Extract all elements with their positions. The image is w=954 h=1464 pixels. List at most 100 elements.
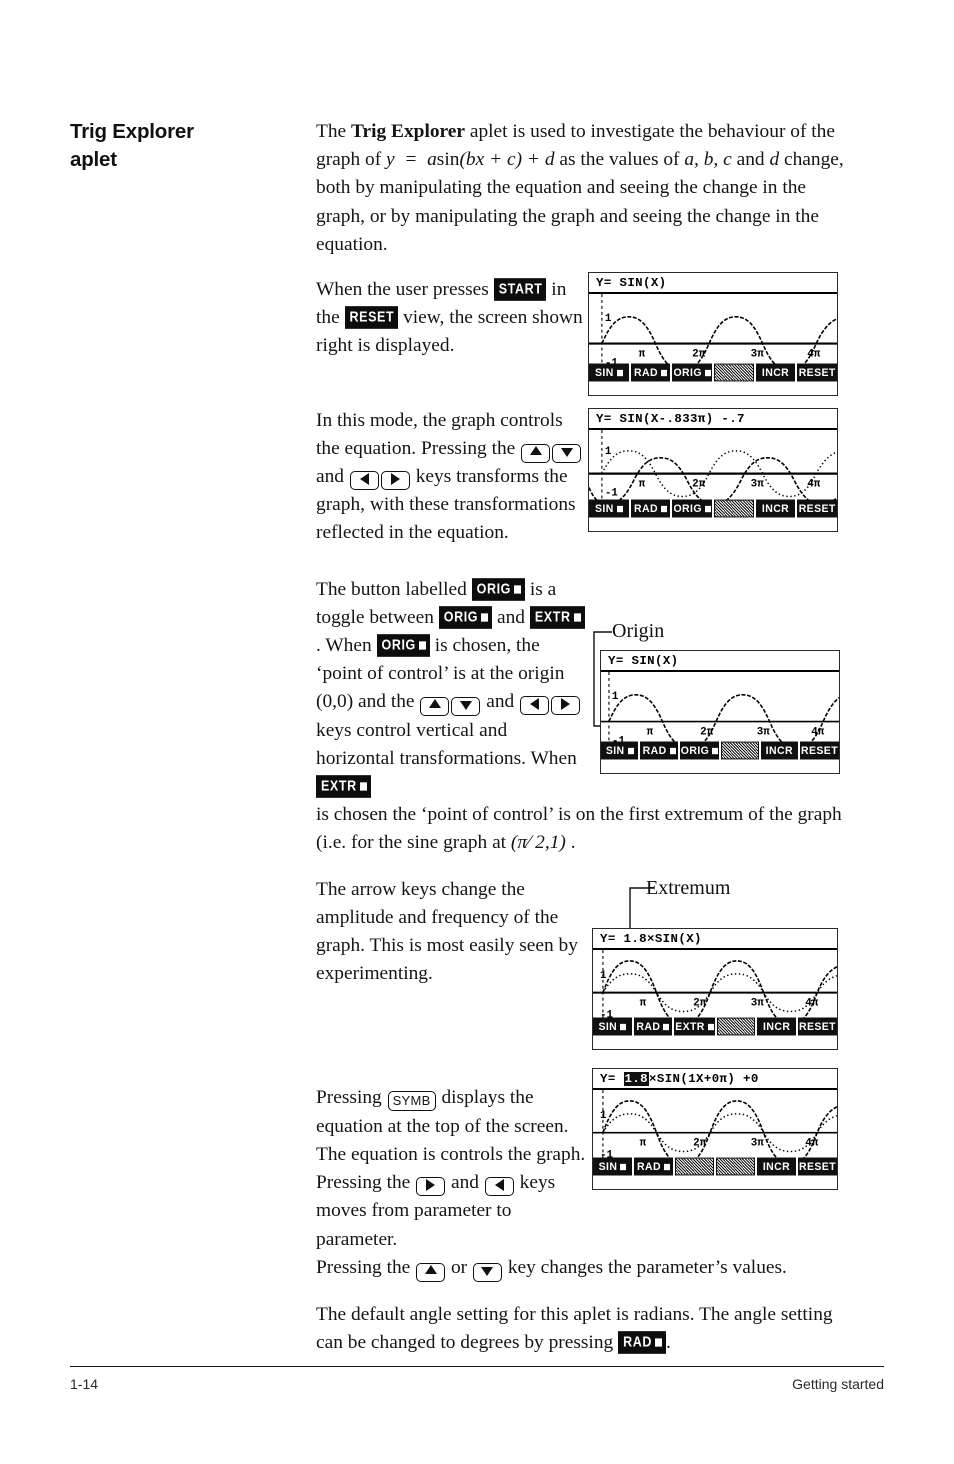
softkey-rad[interactable]: RAD <box>630 499 671 518</box>
key-down-arrow[interactable] <box>451 697 481 717</box>
key-left-arrow[interactable] <box>484 1177 514 1197</box>
softkey-label-orig-text: ORIG <box>381 636 416 654</box>
softkey-reset[interactable]: RESET <box>800 741 839 760</box>
screen-title-highlighted-parameter[interactable]: 1.8 <box>623 1072 650 1086</box>
softkey-extr[interactable]: EXTR <box>674 1017 715 1036</box>
paragraph-arrow-keys: The arrow keys change the amplitude and … <box>316 876 588 989</box>
section-heading: Trig Explorer aplet <box>70 118 290 173</box>
softkey-label: RESET <box>798 366 836 380</box>
softkey-blank[interactable] <box>721 741 759 760</box>
page: Trig Explorer aplet The Trig Explorer ap… <box>0 0 954 1464</box>
softkey-blank[interactable] <box>714 499 754 518</box>
y-tick-labels: 1 -1 <box>605 313 619 370</box>
key-right-arrow[interactable] <box>551 696 581 716</box>
arrow-down-icon <box>481 1266 494 1276</box>
softkey-label-extr: EXTR <box>529 606 585 629</box>
key-left-arrow[interactable] <box>349 471 379 491</box>
screen-title: Y= SIN(X) <box>596 276 667 290</box>
softkey-reset[interactable]: RESET <box>797 499 837 518</box>
softkey-incr[interactable]: INCR <box>755 499 796 518</box>
softkey-orig[interactable]: ORIG <box>679 741 720 760</box>
softkey-sin[interactable]: SIN <box>589 499 629 518</box>
checkbox-square-icon <box>704 369 711 376</box>
softkey-orig[interactable]: ORIG <box>672 499 713 518</box>
paragraph-orig-extr-a: The button labelled ORIG is a toggle bet… <box>316 576 588 802</box>
softkey-label-extr-text: EXTR <box>321 777 357 795</box>
x-tick-labels: π 2π 3π 4π <box>639 479 821 491</box>
xtick-4pi: 4π <box>811 726 825 738</box>
softkey-label: ORIG <box>673 366 702 380</box>
softkey-label: RAD <box>642 744 667 758</box>
softkey-blank[interactable] <box>716 1017 756 1036</box>
screen-plot-area: 1 -1 π 2π 3π 4π SIN RAD EXTR INCR RESET <box>593 948 837 1036</box>
checkbox-square-icon <box>654 1338 662 1347</box>
footer-divider <box>70 1366 884 1367</box>
checkbox-square-icon <box>418 641 426 650</box>
text-run: or <box>446 1256 472 1278</box>
softkey-rad[interactable]: RAD <box>630 363 671 382</box>
softkey-sin[interactable]: SIN <box>589 363 629 382</box>
softkey-incr[interactable]: INCR <box>757 1017 796 1036</box>
softkey-reset[interactable]: RESET <box>797 363 837 382</box>
xtick-pi: π <box>639 479 646 491</box>
ytick-neg1: -1 <box>605 487 619 499</box>
softkey-sin[interactable]: SIN <box>593 1157 632 1176</box>
checkbox-square-icon <box>669 747 676 754</box>
text-run: The default angle setting for this aplet… <box>316 1303 833 1354</box>
softkey-orig[interactable]: ORIG <box>672 363 713 382</box>
arrow-right-icon <box>390 473 400 486</box>
key-symb[interactable]: SYMB <box>387 1091 436 1112</box>
xtick-3pi: 3π <box>751 479 765 491</box>
screen-plot-area: 1 -1 π 2π 3π 4π SIN RAD ORIG INCR RESET <box>601 670 839 760</box>
text-run: and <box>731 149 770 171</box>
softkey-incr[interactable]: INCR <box>755 363 796 382</box>
checkbox-square-icon <box>663 1023 670 1030</box>
softkey-label: RAD <box>634 366 658 380</box>
x-tick-labels: π 2π 3π 4π <box>647 726 825 738</box>
softkey-incr[interactable]: INCR <box>760 741 798 760</box>
screen-title-suffix: ×SIN(1X+0π) +0 <box>649 1072 759 1086</box>
softkey-blank[interactable] <box>714 363 754 382</box>
coordinate-pair: (π∕ 2,1) <box>510 832 566 854</box>
ytick-1: 1 <box>600 1110 607 1122</box>
text-run: as the values of <box>554 149 685 171</box>
variable-list: a, b, c <box>684 149 732 171</box>
key-right-arrow[interactable] <box>416 1177 446 1197</box>
checkbox-square-icon <box>573 613 581 622</box>
key-down-arrow[interactable] <box>552 443 582 463</box>
softkey-label-rad-text: RAD <box>623 1333 652 1351</box>
ytick-1: 1 <box>612 691 619 703</box>
softkey-label-orig-3: ORIG <box>376 634 430 657</box>
softkey-blank-1[interactable] <box>675 1157 714 1176</box>
variable-d: d <box>769 149 780 171</box>
key-left-arrow[interactable] <box>520 696 550 716</box>
softkey-label: EXTR <box>675 1020 705 1034</box>
screen-plot-area: 1 -1 π 2π 3π 4π SIN RAD ORIG INCR RESET <box>589 428 837 518</box>
softkey-incr[interactable]: INCR <box>757 1157 796 1176</box>
softkey-label: SIN <box>605 744 625 758</box>
key-right-arrow[interactable] <box>380 471 410 491</box>
arrow-up-icon <box>424 1264 437 1274</box>
softkey-label: SIN <box>594 366 614 380</box>
softkey-rad[interactable]: RAD <box>634 1157 673 1176</box>
checkbox-square-icon <box>663 1163 670 1170</box>
softkey-reset[interactable]: RESET <box>798 1157 837 1176</box>
softkey-reset[interactable]: RESET <box>797 1017 837 1036</box>
screen-title: Y= 1.8×SIN(1X+0π) +0 <box>593 1069 837 1088</box>
softkey-label-reset: RESET <box>344 306 399 329</box>
softkey-row: SIN RAD ORIG INCR RESET <box>589 363 837 382</box>
key-down-arrow[interactable] <box>472 1262 502 1282</box>
ytick-1: 1 <box>600 970 607 982</box>
key-up-arrow[interactable] <box>521 443 551 463</box>
text-run: When the user presses <box>316 279 494 301</box>
softkey-blank-2[interactable] <box>716 1157 755 1176</box>
key-up-arrow[interactable] <box>416 1262 446 1282</box>
text-run: key changes the parameter’s values. <box>502 1256 787 1278</box>
softkey-rad[interactable]: RAD <box>633 1017 673 1036</box>
softkey-sin[interactable]: SIN <box>601 741 639 760</box>
softkey-row: SIN RAD ORIG INCR RESET <box>589 499 837 518</box>
softkey-rad[interactable]: RAD <box>640 741 678 760</box>
checkbox-square-icon <box>616 369 623 376</box>
softkey-sin[interactable]: SIN <box>593 1017 632 1036</box>
key-up-arrow[interactable] <box>420 697 450 717</box>
